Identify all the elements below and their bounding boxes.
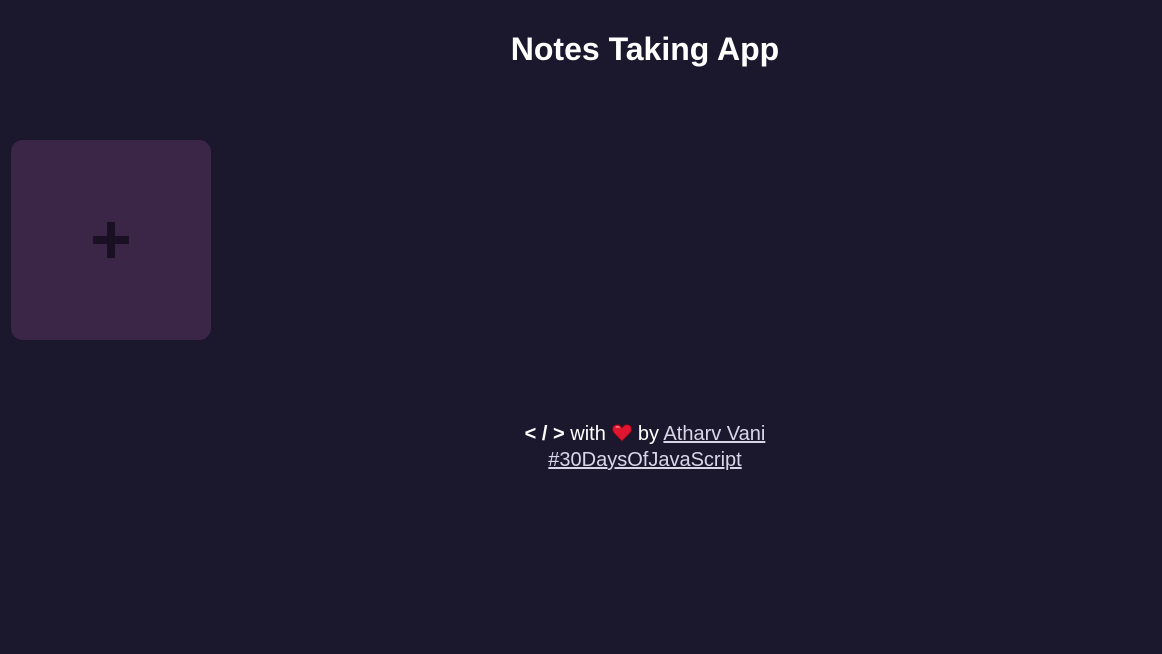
- page: Notes Taking App < / > with by Atharv Van…: [0, 0, 1162, 654]
- with-text: with: [570, 423, 606, 445]
- page-title: Notes Taking App: [510, 31, 780, 67]
- author-link[interactable]: Atharv Vani: [663, 423, 765, 445]
- plus-icon: [93, 222, 129, 258]
- add-note-button[interactable]: [11, 140, 211, 340]
- footer-credit-line: < / > with by Atharv Vani: [0, 421, 1162, 447]
- footer-hashtag-line: #30DaysOfJavaScript: [0, 447, 1162, 473]
- code-tag-text: < / >: [524, 423, 565, 445]
- hashtag-link[interactable]: #30DaysOfJavaScript: [548, 449, 741, 471]
- heart-icon: [612, 424, 632, 442]
- footer: < / > with by Atharv Vani #30DaysOfJavaSc…: [0, 421, 1162, 473]
- by-text: by: [637, 423, 659, 445]
